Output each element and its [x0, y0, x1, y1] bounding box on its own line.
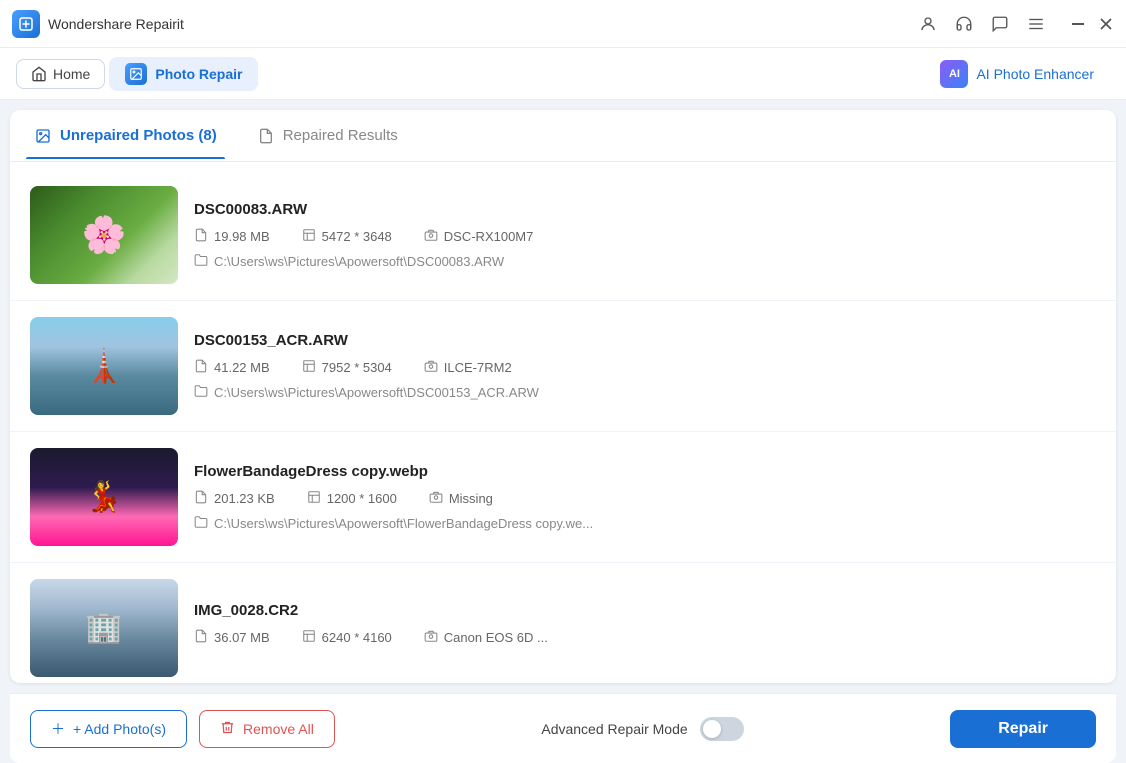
bottom-bar: ＋ + Add Photo(s) Remove All Advanced Rep…: [10, 693, 1116, 763]
file-size-icon-2: [194, 359, 208, 376]
dimensions-icon-4: [302, 629, 316, 646]
path-icon-1: [194, 253, 208, 270]
add-icon: ＋: [51, 719, 65, 739]
file-camera-3: Missing: [429, 490, 493, 507]
file-meta-2: 41.22 MB 7952 * 5304 ILCE-7RM2: [194, 359, 1096, 376]
file-size-icon-3: [194, 490, 208, 507]
bottom-left: ＋ + Add Photo(s) Remove All: [30, 710, 335, 748]
file-path-2: C:\Users\ws\Pictures\Apowersoft\DSC00153…: [194, 384, 1096, 401]
file-list: DSC00083.ARW 19.98 MB 5472 * 3648: [10, 162, 1116, 683]
file-size-2: 41.22 MB: [194, 359, 270, 376]
file-dimensions-4: 6240 * 4160: [302, 629, 392, 646]
file-meta-1: 19.98 MB 5472 * 3648 DSC-RX100M7: [194, 228, 1096, 245]
navbar: Home Photo Repair AI AI Photo Enhancer: [0, 48, 1126, 100]
ai-enhancer-button[interactable]: AI AI Photo Enhancer: [924, 54, 1110, 94]
titlebar: Wondershare Repairit: [0, 0, 1126, 48]
file-meta-3: 201.23 KB 1200 * 1600 Missing: [194, 490, 1096, 507]
file-info-3: FlowerBandageDress copy.webp 201.23 KB 1…: [194, 463, 1096, 532]
file-info-2: DSC00153_ACR.ARW 41.22 MB 7952 * 5304: [194, 332, 1096, 401]
titlebar-controls: [918, 14, 1114, 34]
file-size-icon-4: [194, 629, 208, 646]
chat-icon[interactable]: [990, 14, 1010, 34]
file-dimensions-2: 7952 * 5304: [302, 359, 392, 376]
tab-unrepaired[interactable]: Unrepaired Photos (8): [26, 113, 225, 159]
app-icon: [12, 10, 40, 38]
file-path-1: C:\Users\ws\Pictures\Apowersoft\DSC00083…: [194, 253, 1096, 270]
file-size-3: 201.23 KB: [194, 490, 275, 507]
add-photos-button[interactable]: ＋ + Add Photo(s): [30, 710, 187, 748]
file-name-3: FlowerBandageDress copy.webp: [194, 463, 1096, 480]
close-button[interactable]: [1098, 16, 1114, 32]
camera-icon-2: [424, 359, 438, 376]
titlebar-left: Wondershare Repairit: [12, 10, 184, 38]
file-name-2: DSC00153_ACR.ARW: [194, 332, 1096, 349]
thumbnail-4: [30, 579, 178, 677]
table-row[interactable]: DSC00083.ARW 19.98 MB 5472 * 3648: [10, 170, 1116, 301]
thumbnail-2: [30, 317, 178, 415]
camera-icon-4: [424, 629, 438, 646]
file-camera-1: DSC-RX100M7: [424, 228, 534, 245]
file-dimensions-1: 5472 * 3648: [302, 228, 392, 245]
table-row[interactable]: FlowerBandageDress copy.webp 201.23 KB 1…: [10, 432, 1116, 563]
table-row[interactable]: IMG_0028.CR2 36.07 MB 6240 * 4160: [10, 563, 1116, 683]
file-path-3: C:\Users\ws\Pictures\Apowersoft\FlowerBa…: [194, 515, 1096, 532]
file-name-4: IMG_0028.CR2: [194, 602, 1096, 619]
navbar-left: Home Photo Repair: [16, 57, 258, 91]
photo-repair-icon: [125, 63, 147, 85]
tab-repaired[interactable]: Repaired Results: [249, 113, 406, 159]
bottom-center: Advanced Repair Mode: [541, 717, 743, 741]
file-dimensions-3: 1200 * 1600: [307, 490, 397, 507]
advanced-mode-label: Advanced Repair Mode: [541, 721, 687, 737]
ai-icon: AI: [940, 60, 968, 88]
file-camera-2: ILCE-7RM2: [424, 359, 512, 376]
file-size-icon-1: [194, 228, 208, 245]
remove-all-button[interactable]: Remove All: [199, 710, 335, 748]
camera-icon-1: [424, 228, 438, 245]
main-content: Unrepaired Photos (8) Repaired Results D…: [10, 110, 1116, 683]
home-button[interactable]: Home: [16, 59, 105, 89]
file-meta-4: 36.07 MB 6240 * 4160 Canon EOS 6D ...: [194, 629, 1096, 646]
repair-button[interactable]: Repair: [950, 710, 1096, 748]
path-icon-2: [194, 384, 208, 401]
tabs: Unrepaired Photos (8) Repaired Results: [10, 110, 1116, 162]
thumbnail-1: [30, 186, 178, 284]
unrepaired-tab-icon: [34, 127, 52, 145]
photo-repair-button[interactable]: Photo Repair: [109, 57, 258, 91]
file-camera-4: Canon EOS 6D ...: [424, 629, 548, 646]
file-info-1: DSC00083.ARW 19.98 MB 5472 * 3648: [194, 201, 1096, 270]
app-name: Wondershare Repairit: [48, 16, 184, 32]
file-size-4: 36.07 MB: [194, 629, 270, 646]
trash-icon: [220, 720, 235, 738]
file-name-1: DSC00083.ARW: [194, 201, 1096, 218]
table-row[interactable]: DSC00153_ACR.ARW 41.22 MB 7952 * 5304: [10, 301, 1116, 432]
dimensions-icon-3: [307, 490, 321, 507]
thumbnail-3: [30, 448, 178, 546]
menu-icon[interactable]: [1026, 14, 1046, 34]
dimensions-icon-1: [302, 228, 316, 245]
file-info-4: IMG_0028.CR2 36.07 MB 6240 * 4160: [194, 602, 1096, 654]
advanced-mode-toggle[interactable]: [700, 717, 744, 741]
path-icon-3: [194, 515, 208, 532]
dimensions-icon-2: [302, 359, 316, 376]
user-icon[interactable]: [918, 14, 938, 34]
headphone-icon[interactable]: [954, 14, 974, 34]
window-controls: [1070, 16, 1114, 32]
minimize-button[interactable]: [1070, 16, 1086, 32]
file-size-1: 19.98 MB: [194, 228, 270, 245]
camera-icon-3: [429, 490, 443, 507]
repaired-tab-icon: [257, 127, 275, 145]
